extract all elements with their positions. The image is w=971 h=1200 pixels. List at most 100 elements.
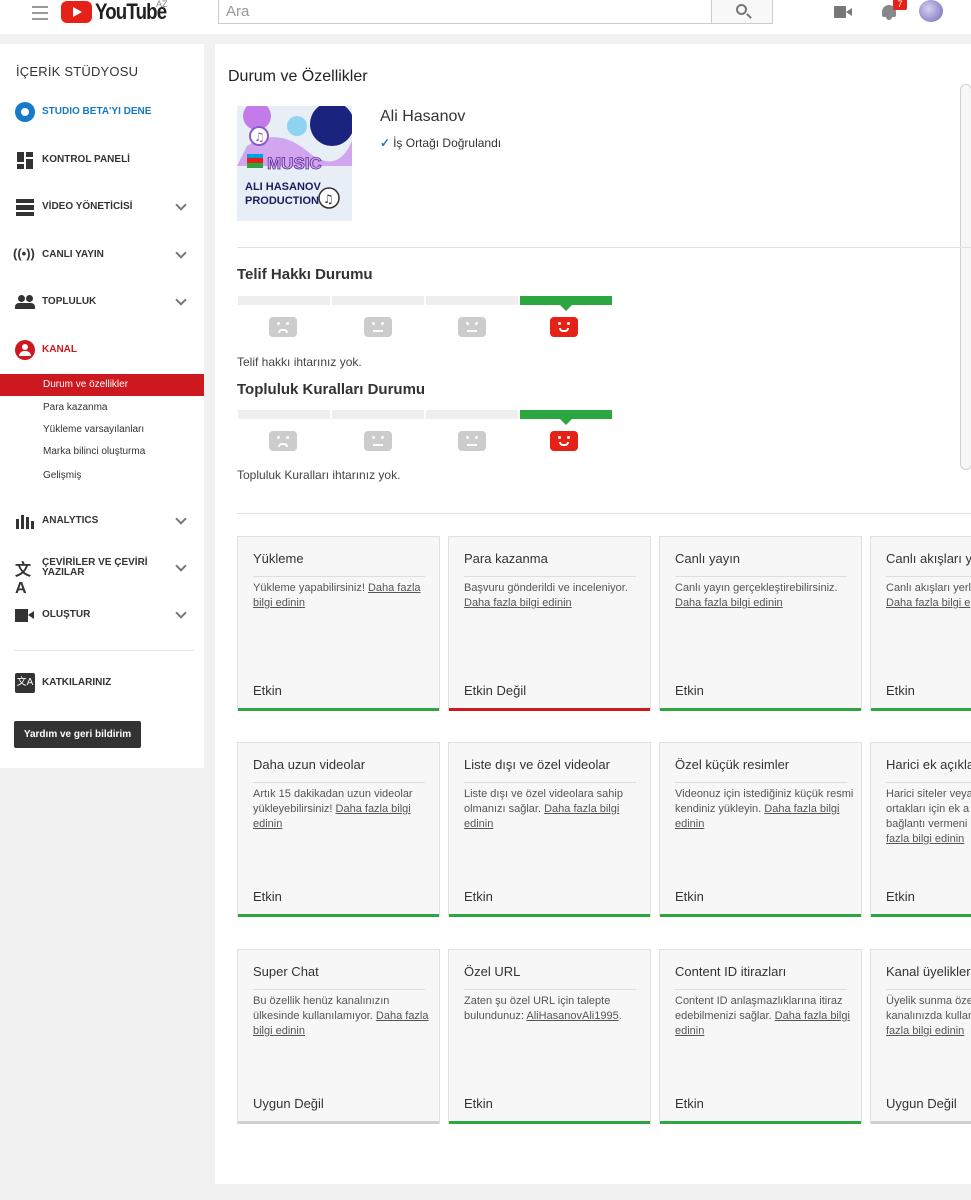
upload-video-icon[interactable] [834, 6, 852, 18]
card-status-bar [660, 708, 861, 711]
sidebar-item-channel[interactable]: KANAL [0, 337, 204, 363]
scrollbar[interactable] [960, 84, 971, 470]
sidebar-item-contributions[interactable]: 文A KATKILARINIZ [0, 670, 204, 696]
partner-verified: ✓ İş Ortağı Doğrulandı [380, 136, 501, 150]
feature-card-live-embeds[interactable]: Canlı akışları y Canlı akışları yerl Daha… [870, 536, 971, 711]
card-status-bar [449, 708, 650, 711]
sidebar-subitem-branding[interactable]: Marka bilinci oluşturma [0, 441, 204, 463]
copyright-status-title: Telif Hakkı Durumu [237, 266, 373, 283]
card-title: Liste dışı ve özel videolar [464, 757, 610, 772]
search-icon [736, 4, 747, 15]
card-desc-tail: . [618, 1010, 622, 1022]
sidebar-item-create[interactable]: OLUŞTUR [0, 602, 204, 628]
card-title: Content ID itirazları [675, 964, 787, 979]
sad-face-icon [269, 431, 297, 451]
feature-card-content-id-appeals[interactable]: Content ID itirazları Content ID anlaşma… [659, 949, 862, 1124]
sidebar-item-live[interactable]: ((•)) CANLI YAYIN [0, 242, 204, 268]
sidebar-item-label: CANLI YAYIN [42, 249, 104, 260]
gear-icon [15, 102, 35, 122]
sidebar-subitem-monetization[interactable]: Para kazanma [0, 397, 204, 419]
thumb-text-production: PRODUCTION [245, 195, 319, 207]
neutral-face-icon [364, 317, 392, 337]
notification-badge: 7 [893, 0, 907, 10]
card-status: Etkin Değil [464, 683, 527, 698]
sidebar-item-label: STUDIO BETA'YI DENE [42, 106, 152, 117]
card-status: Etkin [464, 1096, 493, 1111]
sad-face-icon [269, 317, 297, 337]
custom-url-link[interactable]: AliHasanovAli1995 [526, 1010, 618, 1022]
sidebar-item-dashboard[interactable]: KONTROL PANELİ [0, 147, 204, 173]
sidebar-item-studio-beta[interactable]: STUDIO BETA'YI DENE [0, 99, 204, 125]
community-strike-meter [238, 410, 614, 456]
channel-name[interactable]: Ali Hasanov [380, 108, 465, 126]
sidebar-subitem-advanced[interactable]: Gelişmiş [0, 465, 204, 487]
main-panel: Durum ve Özellikler ♫ MUSIC ALI HASANOV … [215, 44, 971, 1184]
card-title: Canlı akışları y [886, 551, 971, 566]
avatar[interactable] [919, 0, 943, 22]
sidebar-item-analytics[interactable]: ANALYTICS [0, 508, 204, 534]
partner-verified-label: İş Ortağı Doğrulandı [393, 136, 502, 150]
card-title: Yükleme [253, 551, 304, 566]
feature-card-super-chat[interactable]: Super Chat Bu özellik henüz kanalınızın … [237, 949, 440, 1124]
card-status: Etkin [464, 889, 493, 904]
neutral-face-icon [458, 431, 486, 451]
sidebar-title: İÇERİK STÜDYOSU [16, 64, 139, 79]
feature-card-channel-memberships[interactable]: Kanal üyelikler Üyelik sunma öze kanalın… [870, 949, 971, 1124]
sidebar-item-translations[interactable]: 文A ÇEVİRİLER VE ÇEVİRİ YAZILAR [0, 555, 204, 597]
video-manager-icon [15, 197, 35, 217]
people-icon [15, 292, 35, 312]
chevron-down-icon [175, 560, 187, 572]
search-button[interactable] [711, 0, 773, 24]
card-status: Etkin [253, 683, 282, 698]
chevron-down-icon [175, 294, 187, 306]
sidebar-subitem-upload-defaults[interactable]: Yükleme varsayılanları [0, 419, 204, 441]
menu-icon[interactable] [32, 6, 48, 20]
card-status: Uygun Değil [886, 1096, 957, 1111]
feature-card-external-annotations[interactable]: Harici ek açıkla Harici siteler veya ort… [870, 742, 971, 917]
section-divider [237, 247, 971, 248]
card-status-bar [238, 708, 439, 711]
feature-card-upload[interactable]: Yükleme Yükleme yapabilirsiniz! Daha faz… [237, 536, 440, 711]
card-desc: Üyelik sunma öze kanalınızda kullan [886, 995, 971, 1022]
chevron-down-icon [175, 513, 187, 525]
thumb-text-music: MUSIC [267, 154, 322, 173]
feature-card-custom-url[interactable]: Özel URL Zaten şu özel URL için talepte … [448, 949, 651, 1124]
sidebar-item-community[interactable]: TOPLULUK [0, 289, 204, 315]
card-status-bar [238, 914, 439, 917]
top-bar: YouTube AZ Ara 7 [0, 0, 971, 34]
account-icon [15, 340, 35, 360]
card-status-bar [238, 1121, 439, 1124]
learn-more-link[interactable]: Daha fazla bilgi edinin [464, 597, 572, 609]
video-camera-icon [15, 605, 35, 625]
feature-card-monetization[interactable]: Para kazanma Başvuru gönderildi ve incel… [448, 536, 651, 711]
sidebar-item-label: OLUŞTUR [42, 609, 91, 620]
feature-card-custom-thumbnails[interactable]: Özel küçük resimler Videonuz için istedi… [659, 742, 862, 917]
chevron-down-icon [175, 247, 187, 259]
card-status: Etkin [675, 683, 704, 698]
page-title: Durum ve Özellikler [228, 68, 368, 85]
learn-more-link[interactable]: Daha fazla bilgi e [886, 597, 970, 609]
card-desc: Bu özellik henüz kanalınızın ülkesinde k… [253, 995, 390, 1022]
help-feedback-button[interactable]: Yardım ve geri bildirim [14, 721, 141, 748]
learn-more-link[interactable]: fazla bilgi edinin [886, 1025, 964, 1037]
community-status-title: Topluluk Kuralları Durumu [237, 381, 426, 398]
broadcast-icon: ((•)) [13, 246, 35, 261]
feature-card-unlisted-private[interactable]: Liste dışı ve özel videolar Liste dışı v… [448, 742, 651, 917]
translate-box-icon: 文A [15, 673, 35, 693]
card-status-bar [871, 708, 971, 711]
sidebar-item-label: KATKILARINIZ [42, 677, 112, 688]
search-input[interactable]: Ara [218, 0, 712, 24]
learn-more-link[interactable]: Daha fazla bilgi edinin [675, 597, 783, 609]
copyright-strike-meter [238, 296, 614, 342]
sidebar-item-label: KONTROL PANELİ [42, 154, 130, 165]
sidebar-subitem-status[interactable]: Durum ve özellikler [0, 374, 204, 396]
sidebar-item-video-manager[interactable]: VİDEO YÖNETİCİSİ [0, 194, 204, 220]
region-label: AZ [156, 0, 168, 9]
card-desc: Canlı akışları yerl [886, 582, 971, 594]
feature-card-longer-videos[interactable]: Daha uzun videolar Artık 15 dakikadan uz… [237, 742, 440, 917]
card-status: Etkin [675, 889, 704, 904]
dashboard-icon [15, 150, 35, 170]
feature-card-live[interactable]: Canlı yayın Canlı yayın gerçekleştirebil… [659, 536, 862, 711]
channel-thumbnail[interactable]: ♫ MUSIC ALI HASANOV PRODUCTION ♫ [237, 106, 352, 221]
learn-more-link[interactable]: fazla bilgi edinin [886, 833, 964, 845]
